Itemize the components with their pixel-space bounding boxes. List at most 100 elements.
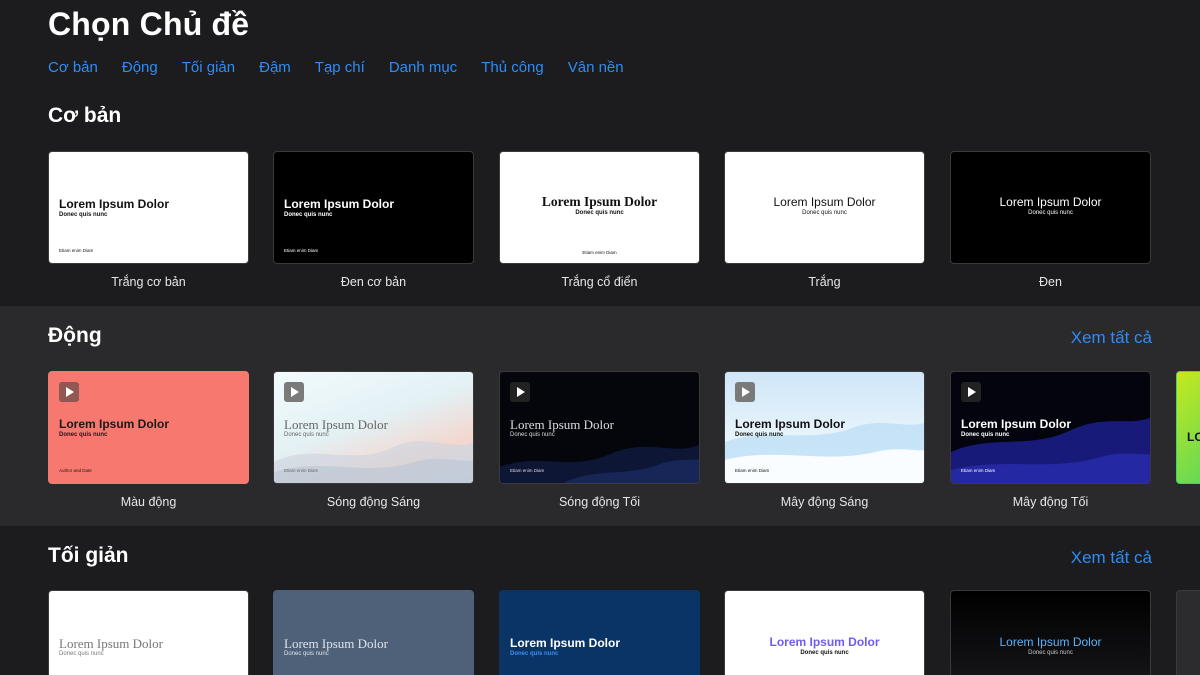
thumb-title: Lorem Ipsum Dolor: [961, 417, 1072, 431]
thumb-subtitle: Donec quis nunc: [800, 650, 849, 656]
thumb-footer: Etiam enim Diam: [59, 248, 94, 253]
theme-thumbnail[interactable]: Lorem Ipsum Dolor Donec quis nunc: [724, 151, 925, 264]
theme-card-trang-co-ban[interactable]: Lorem Ipsum Dolor Donec quis nunc Etiam …: [48, 151, 249, 289]
thumb-subtitle: Donec quis nunc: [961, 432, 1010, 438]
nav-link-dam[interactable]: Đậm: [259, 59, 291, 76]
section-title: Cơ bản: [48, 104, 122, 127]
thumb-footer: Etiam enim Diam: [284, 248, 319, 253]
theme-thumbnail[interactable]: Lorem Ipsum Dolor Donec quis nunc Etiam …: [273, 151, 474, 264]
theme-thumbnail[interactable]: Lorem Ipsum Dolor Donec quis nunc Etiam …: [273, 371, 474, 484]
theme-thumbnail[interactable]: [1176, 590, 1200, 675]
thumb-subtitle: Donec quis nunc: [802, 210, 847, 216]
play-icon: [961, 382, 981, 402]
theme-thumbnail[interactable]: Lorem Ipsum Dolor Donec quis nunc: [724, 590, 925, 675]
theme-card-partial[interactable]: [1176, 590, 1200, 675]
theme-name: Sóng động Sáng: [326, 495, 421, 509]
theme-card-minimal-2[interactable]: Lorem Ipsum Dolor Donec quis nunc: [273, 590, 474, 675]
theme-name: Màu động: [120, 495, 177, 509]
theme-name: Mây động Tối: [1012, 495, 1089, 509]
section-dynamic: Động Xem tất cả Lorem Ipsum Dolor Donec …: [0, 306, 1200, 526]
thumb-title: Lorem Ipsum Dolor: [284, 197, 395, 211]
theme-card-minimal-3[interactable]: Lorem Ipsum Dolor Donec quis nunc: [499, 590, 700, 675]
nav-link-thu-cong[interactable]: Thủ công: [481, 59, 544, 76]
thumb-subtitle: Donec quis nunc: [575, 210, 624, 216]
see-all-link[interactable]: Xem tất cả: [1071, 328, 1152, 348]
theme-card-partial[interactable]: LO: [1176, 371, 1200, 484]
thumb-subtitle: Donec quis nunc: [284, 432, 329, 438]
theme-thumbnail[interactable]: Lorem Ipsum Dolor Donec quis nunc: [950, 590, 1151, 675]
theme-thumbnail[interactable]: LO: [1176, 371, 1200, 484]
theme-name: Sóng động Tối: [558, 495, 641, 509]
thumb-footer: Etiam enim Diam: [510, 468, 545, 473]
theme-card-may-dong-sang[interactable]: Lorem Ipsum Dolor Donec quis nunc Etiam …: [724, 371, 925, 509]
theme-thumbnail[interactable]: Lorem Ipsum Dolor Donec quis nunc: [48, 590, 249, 675]
thumb-subtitle: Donec quis nunc: [1028, 210, 1073, 216]
theme-thumbnail[interactable]: Lorem Ipsum Dolor Donec quis nunc Author…: [48, 371, 249, 484]
theme-card-may-dong-toi[interactable]: Lorem Ipsum Dolor Donec quis nunc Etiam …: [950, 371, 1151, 509]
theme-card-song-dong-toi[interactable]: Lorem Ipsum Dolor Donec quis nunc Etiam …: [499, 371, 700, 509]
thumb-title: Lorem Ipsum Dolor: [510, 636, 621, 650]
nav-link-toi-gian[interactable]: Tối giản: [182, 59, 235, 76]
theme-card-trang-co-dien[interactable]: Lorem Ipsum Dolor Donec quis nunc Etiam …: [499, 151, 700, 289]
thumb-footer: Etiam enim Diam: [961, 468, 996, 473]
theme-card-minimal-5[interactable]: Lorem Ipsum Dolor Donec quis nunc: [950, 590, 1151, 675]
nav-link-co-ban[interactable]: Cơ bản: [48, 59, 98, 76]
section-basic: Cơ bản Lorem Ipsum Dolor Donec quis nunc…: [0, 90, 1200, 306]
play-icon: [284, 382, 304, 402]
theme-thumbnail[interactable]: Lorem Ipsum Dolor Donec quis nunc Etiam …: [950, 371, 1151, 484]
thumb-subtitle: Donec quis nunc: [510, 432, 555, 438]
play-icon: [510, 382, 530, 402]
nav-link-danh-muc[interactable]: Danh mục: [389, 59, 457, 76]
thumb-title: Lorem Ipsum Dolor: [999, 195, 1102, 209]
category-nav: Cơ bản Động Tối giản Đậm Tạp chí Danh mụ…: [48, 59, 648, 76]
theme-card-minimal-4[interactable]: Lorem Ipsum Dolor Donec quis nunc: [724, 590, 925, 675]
theme-thumbnail[interactable]: Lorem Ipsum Dolor Donec quis nunc: [499, 590, 700, 675]
thumb-title: Lorem Ipsum Dolor: [284, 417, 388, 432]
thumb-title: Lorem Ipsum Dolor: [59, 197, 170, 211]
theme-thumbnail[interactable]: Lorem Ipsum Dolor Donec quis nunc Etiam …: [724, 371, 925, 484]
thumb-footer: Author and Date: [59, 468, 92, 473]
theme-name: Mây động Sáng: [780, 495, 869, 509]
theme-card-den-co-ban[interactable]: Lorem Ipsum Dolor Donec quis nunc Etiam …: [273, 151, 474, 289]
theme-thumbnail[interactable]: Lorem Ipsum Dolor Donec quis nunc Etiam …: [48, 151, 249, 264]
thumb-subtitle: Donec quis nunc: [59, 651, 104, 657]
thumb-title: Lorem Ipsum Dolor: [773, 195, 876, 209]
thumb-subtitle: Donec quis nunc: [510, 651, 559, 657]
thumb-title: Lorem Ipsum Dolor: [769, 635, 880, 649]
thumb-footer: Etiam enim Diam: [582, 250, 617, 255]
thumb-subtitle: Donec quis nunc: [284, 651, 329, 657]
theme-name: Trắng cổ điển: [561, 275, 638, 289]
thumb-footer: Etiam enim Diam: [735, 468, 770, 473]
nav-link-van-nen[interactable]: Vân nền: [568, 59, 624, 76]
thumb-title: Lorem Ipsum Dolor: [999, 635, 1102, 649]
thumb-subtitle: Donec quis nunc: [59, 212, 108, 218]
thumb-title: Lorem Ipsum Dolor: [735, 417, 846, 431]
theme-name: Trắng cơ bản: [111, 275, 186, 289]
thumb-title: Lorem Ipsum Dolor: [59, 636, 163, 651]
theme-thumbnail[interactable]: Lorem Ipsum Dolor Donec quis nunc: [273, 590, 474, 675]
theme-name: Đen: [1039, 275, 1062, 289]
section-title: Động: [48, 324, 102, 347]
theme-card-mau-dong[interactable]: Lorem Ipsum Dolor Donec quis nunc Author…: [48, 371, 249, 509]
thumb-subtitle: Donec quis nunc: [735, 432, 784, 438]
thumb-title: Lorem Ipsum Dolor: [284, 636, 388, 651]
thumb-title: Lorem Ipsum Dolor: [59, 417, 170, 431]
thumb-footer: Etiam enim Diam: [284, 468, 319, 473]
thumb-title: Lorem Ipsum Dolor: [541, 194, 658, 209]
thumb-subtitle: Donec quis nunc: [59, 432, 108, 438]
theme-card-den[interactable]: Lorem Ipsum Dolor Donec quis nunc Đen: [950, 151, 1151, 289]
theme-card-song-dong-sang[interactable]: Lorem Ipsum Dolor Donec quis nunc Etiam …: [273, 371, 474, 509]
theme-thumbnail[interactable]: Lorem Ipsum Dolor Donec quis nunc Etiam …: [499, 371, 700, 484]
thumb-title: LO: [1187, 430, 1200, 444]
theme-thumbnail[interactable]: Lorem Ipsum Dolor Donec quis nunc Etiam …: [499, 151, 700, 264]
see-all-link[interactable]: Xem tất cả: [1071, 548, 1152, 568]
thumb-subtitle: Donec quis nunc: [1028, 650, 1073, 656]
theme-name: Trắng: [808, 275, 841, 289]
theme-thumbnail[interactable]: Lorem Ipsum Dolor Donec quis nunc: [950, 151, 1151, 264]
nav-link-tap-chi[interactable]: Tạp chí: [315, 59, 365, 76]
nav-link-dong[interactable]: Động: [122, 59, 158, 76]
play-icon: [735, 382, 755, 402]
thumb-title: Lorem Ipsum Dolor: [510, 417, 614, 432]
theme-card-minimal-1[interactable]: Lorem Ipsum Dolor Donec quis nunc: [48, 590, 249, 675]
theme-card-trang[interactable]: Lorem Ipsum Dolor Donec quis nunc Trắng: [724, 151, 925, 289]
